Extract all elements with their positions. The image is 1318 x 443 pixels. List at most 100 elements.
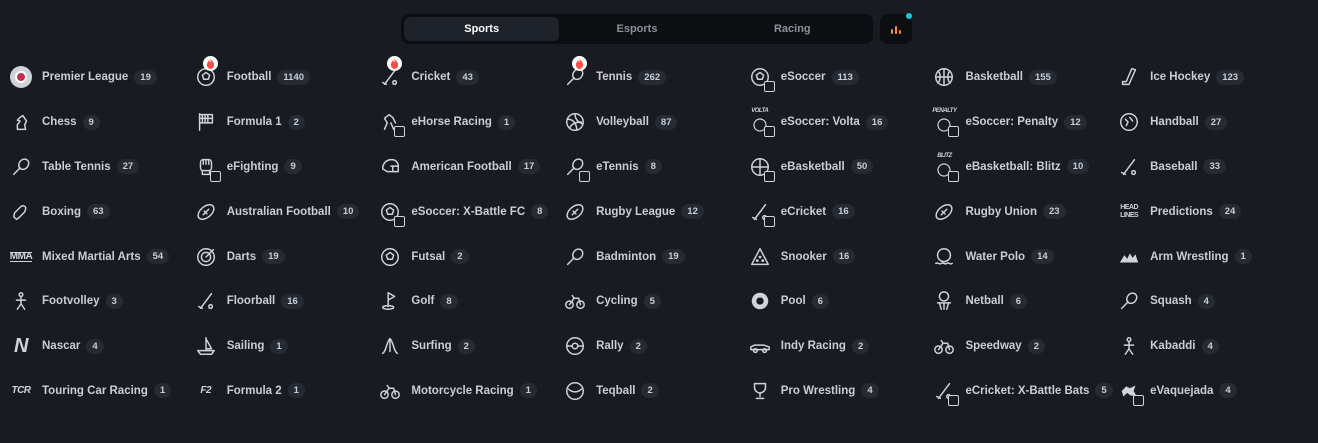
- sport-item[interactable]: Snooker 16: [747, 234, 932, 279]
- sport-item[interactable]: Football 1140: [193, 55, 378, 100]
- icon-text: PENALTY: [932, 108, 957, 115]
- touring-car-racing-icon: TCR: [8, 378, 34, 404]
- sport-item[interactable]: Badminton 19: [562, 234, 747, 279]
- sport-item[interactable]: American Football 17: [377, 145, 562, 190]
- sport-item[interactable]: Sailing 1: [193, 324, 378, 369]
- sport-item[interactable]: Premier League 19: [8, 55, 193, 100]
- sport-item[interactable]: N Nascar 4: [8, 324, 193, 369]
- sport-label: Snooker: [780, 250, 827, 263]
- sport-item[interactable]: eCricket 16: [747, 189, 932, 234]
- sport-item[interactable]: eBasketball 50: [747, 145, 932, 190]
- virtual-badge-icon: [394, 215, 406, 227]
- sport-item[interactable]: Kabaddi 4: [1116, 324, 1301, 369]
- sport-label: American Football: [411, 160, 512, 173]
- virtual-badge-icon: [948, 394, 960, 406]
- virtual-badge-icon: [763, 126, 775, 138]
- sport-item[interactable]: Teqball 2: [562, 369, 747, 414]
- event-count-badge: 24: [1218, 204, 1242, 220]
- indy-racing-icon: [747, 333, 773, 359]
- australian-football-icon: [193, 199, 219, 225]
- sport-label: eBasketball: Blitz: [965, 160, 1061, 173]
- sport-item[interactable]: Boxing 63: [8, 189, 193, 234]
- sport-item[interactable]: Arm Wrestling 1: [1116, 234, 1301, 279]
- rally-icon: [562, 333, 588, 359]
- sport-item[interactable]: Motorcycle Racing 1: [377, 369, 562, 414]
- sport-item[interactable]: Cycling 5: [562, 279, 747, 324]
- sport-item[interactable]: Floorball 16: [193, 279, 378, 324]
- tab-esports[interactable]: Esports: [559, 17, 714, 41]
- event-count-badge: 8: [531, 204, 549, 220]
- sport-item[interactable]: Volleyball 87: [562, 100, 747, 145]
- event-count-badge: 155: [1028, 69, 1057, 85]
- sport-label: Badminton: [596, 250, 657, 263]
- sport-item[interactable]: Pool 6: [747, 279, 932, 324]
- event-count-badge: 50: [850, 159, 874, 175]
- sport-label: Formula 1: [226, 116, 282, 129]
- sport-item[interactable]: BLITZ eBasketball: Blitz 10: [931, 145, 1116, 190]
- sport-item[interactable]: Rally 2: [562, 324, 747, 369]
- sport-label: Indy Racing: [780, 340, 846, 353]
- sport-item[interactable]: Chess 9: [8, 100, 193, 145]
- sport-item[interactable]: Golf 8: [377, 279, 562, 324]
- sport-item[interactable]: eTennis 8: [562, 145, 747, 190]
- tab-sports[interactable]: Sports: [404, 17, 560, 41]
- darts-icon: [193, 244, 219, 270]
- etennis-icon: [562, 154, 591, 182]
- sport-label: Darts: [226, 250, 257, 263]
- sport-item[interactable]: Tennis 262: [562, 55, 747, 100]
- sport-item[interactable]: eSoccer: X-Battle FC 8: [377, 189, 562, 234]
- event-count-badge: 33: [1203, 159, 1227, 175]
- sport-item[interactable]: Table Tennis 27: [8, 145, 193, 190]
- badminton-icon: [562, 244, 588, 270]
- sport-item[interactable]: Cricket 43: [377, 55, 562, 100]
- event-count-badge: 4: [86, 338, 104, 354]
- sport-item[interactable]: eFighting 9: [193, 145, 378, 190]
- virtual-badge-icon: [763, 215, 775, 227]
- sport-item[interactable]: Basketball 155: [931, 55, 1116, 100]
- sport-item[interactable]: VOLTA eSoccer: Volta 16: [747, 100, 932, 145]
- basketball-icon: [931, 64, 957, 90]
- sport-label: Futsal: [411, 250, 446, 263]
- sport-item[interactable]: Footvolley 3: [8, 279, 193, 324]
- sport-item[interactable]: eVaquejada 4: [1116, 369, 1301, 414]
- sport-label: Cycling: [596, 295, 638, 308]
- sport-item[interactable]: F2 Formula 2 1: [193, 369, 378, 414]
- virtual-badge-icon: [579, 170, 591, 182]
- sport-item[interactable]: Indy Racing 2: [747, 324, 932, 369]
- golf-icon: [377, 288, 403, 314]
- sport-item[interactable]: Handball 27: [1116, 100, 1301, 145]
- sport-item[interactable]: Netball 6: [931, 279, 1116, 324]
- event-count-badge: 2: [457, 338, 475, 354]
- tennis-icon: [562, 56, 588, 90]
- sport-label: Pool: [780, 295, 806, 308]
- sport-item[interactable]: HEAD LINES Predictions 24: [1116, 189, 1301, 234]
- sport-item[interactable]: Darts 19: [193, 234, 378, 279]
- sport-item[interactable]: eSoccer 113: [747, 55, 932, 100]
- sport-label: Basketball: [965, 71, 1023, 84]
- sport-item[interactable]: Rugby League 12: [562, 189, 747, 234]
- sport-label: Golf: [411, 295, 435, 308]
- sport-item[interactable]: Speedway 2: [931, 324, 1116, 369]
- sport-item[interactable]: eHorse Racing 1: [377, 100, 562, 145]
- sport-item[interactable]: Baseball 33: [1116, 145, 1301, 190]
- event-count-badge: 12: [1064, 114, 1087, 130]
- sailing-icon: [193, 333, 219, 359]
- sport-item[interactable]: Pro Wrestling 4: [747, 369, 932, 414]
- sport-item[interactable]: Squash 4: [1116, 279, 1301, 324]
- sport-item[interactable]: Surfing 2: [377, 324, 562, 369]
- tab-racing[interactable]: Racing: [715, 17, 870, 41]
- ice-hockey-icon: [1116, 64, 1142, 90]
- sport-item[interactable]: Water Polo 14: [931, 234, 1116, 279]
- virtual-badge-icon: [209, 170, 221, 182]
- sport-item[interactable]: PENALTY eSoccer: Penalty 12: [931, 100, 1116, 145]
- sport-item[interactable]: Formula 1 2: [193, 100, 378, 145]
- sport-item[interactable]: MMA Mixed Martial Arts 54: [8, 234, 193, 279]
- sport-item[interactable]: eCricket: X-Battle Bats 5: [931, 369, 1116, 414]
- sport-item[interactable]: Rugby Union 23: [931, 189, 1116, 234]
- event-count-badge: 16: [281, 293, 304, 309]
- event-count-badge: 2: [851, 338, 870, 354]
- sport-item[interactable]: Ice Hockey 123: [1116, 55, 1301, 100]
- sport-item[interactable]: Futsal 2: [377, 234, 562, 279]
- sport-item[interactable]: TCR Touring Car Racing 1: [8, 369, 193, 414]
- sport-item[interactable]: Australian Football 10: [193, 189, 378, 234]
